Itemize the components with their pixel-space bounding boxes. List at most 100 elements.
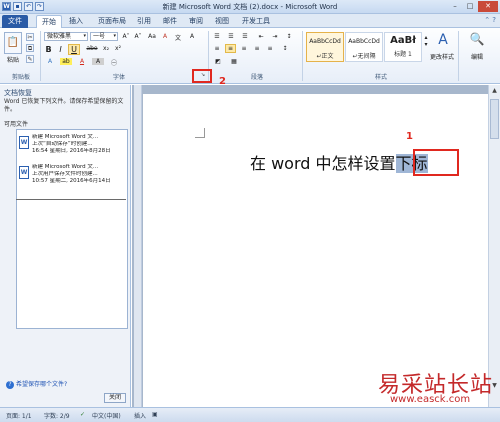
margin-corner-mark (195, 128, 205, 138)
italic-button[interactable]: I (56, 45, 65, 54)
help-icon[interactable]: ⌃ ? (484, 16, 496, 24)
file-name: 新建 Microsoft Word 文... (32, 164, 99, 170)
title-bar: W ▪ ↶ ↷ 新建 Microsoft Word 文档 (2).docx - … (0, 0, 500, 14)
change-styles-icon[interactable]: A (431, 32, 455, 48)
window-controls: – □ ✕ (448, 1, 498, 12)
shading-icon[interactable]: ◩ (212, 58, 224, 65)
line-spacing-icon[interactable]: ↕ (280, 45, 290, 52)
styles-group-label: 样式 (374, 74, 387, 81)
format-painter-icon[interactable]: ✎ (26, 55, 34, 63)
align-center-icon[interactable]: ≡ (225, 44, 236, 53)
tab-page-layout[interactable]: 页面布局 (92, 15, 132, 28)
callout-1: 1 (406, 131, 413, 142)
distributed-icon[interactable]: ≡ (265, 45, 275, 52)
align-left-icon[interactable]: ≡ (212, 45, 222, 52)
char-shading-icon[interactable]: A (92, 58, 104, 65)
word-app-icon[interactable]: W (2, 2, 11, 11)
redo-icon[interactable]: ↷ (35, 2, 44, 11)
bullets-icon[interactable]: ☰ (212, 33, 222, 40)
change-styles-button[interactable]: 更改样式 (428, 52, 456, 61)
vertical-scrollbar[interactable]: ▲ ▼ (488, 85, 500, 407)
tab-file[interactable]: 文件 (2, 15, 28, 28)
style-no-spacing[interactable]: AaBbCcDd ↵无间隔 (345, 32, 383, 62)
underline-button[interactable]: U (68, 44, 80, 55)
vertical-ruler (134, 85, 142, 407)
edit-button[interactable]: 编辑 (462, 52, 492, 61)
tab-insert[interactable]: 插入 (64, 15, 88, 28)
style-sample: AaBł (390, 35, 416, 46)
change-case-button[interactable]: Aa (147, 33, 157, 40)
scroll-thumb[interactable] (490, 99, 499, 139)
word-doc-icon: W (19, 166, 29, 179)
tab-view[interactable]: 视图 (210, 15, 234, 28)
strikethrough-button[interactable]: abe (85, 45, 99, 52)
tab-home[interactable]: 开始 (36, 15, 62, 28)
multilevel-list-icon[interactable]: ☰ (240, 33, 250, 40)
borders-icon[interactable]: ▦ (228, 58, 240, 65)
tab-review[interactable]: 审阅 (184, 15, 208, 28)
style-heading-1[interactable]: AaBł 标题 1 (384, 32, 422, 62)
highlight-color-icon[interactable]: ab (60, 58, 72, 65)
list-item[interactable]: W 新建 Microsoft Word 文... 上次用户保存文件时创建... … (19, 164, 125, 190)
align-right-icon[interactable]: ≡ (239, 45, 249, 52)
recovered-file-list: W 新建 Microsoft Word 文... 上次“自动保存”时创建... … (16, 129, 128, 329)
superscript-button[interactable]: x² (113, 45, 123, 52)
subscript-button[interactable]: x₂ (101, 45, 111, 52)
clipboard-group-label: 剪贴板 (11, 74, 30, 81)
paste-icon[interactable]: 📋 (4, 32, 22, 54)
justify-icon[interactable]: ≡ (252, 45, 262, 52)
minimize-button[interactable]: – (448, 1, 462, 12)
tab-references[interactable]: 引用 (132, 15, 156, 28)
font-size-combo[interactable]: 一号 ▾ (90, 32, 118, 41)
close-window-button[interactable]: ✕ (478, 1, 498, 12)
word-count[interactable]: 字数: 2/9 (44, 411, 70, 420)
scroll-up-icon[interactable]: ▲ (490, 86, 499, 95)
bold-button[interactable]: B (44, 45, 53, 54)
numbering-icon[interactable]: ☰ (226, 33, 236, 40)
style-name: 标题 1 (394, 51, 412, 58)
tab-mailings[interactable]: 邮件 (158, 15, 182, 28)
document-page[interactable]: 在 word 中怎样设置下标 (143, 94, 488, 407)
shrink-font-button[interactable]: A˅ (133, 33, 143, 40)
document-text[interactable]: 在 word 中怎样设置下标 (250, 150, 428, 174)
file-name: 新建 Microsoft Word 文... (32, 134, 99, 140)
help-link[interactable]: ? 希望保存哪个文件? (6, 379, 67, 389)
phonetic-icon[interactable]: 文 (172, 33, 184, 42)
clear-format-button[interactable]: A (160, 33, 170, 40)
available-files-label: 可用文件 (4, 121, 29, 128)
proofing-icon[interactable]: ✓ (80, 411, 85, 418)
find-icon[interactable]: 🔍 (462, 32, 492, 46)
page-count[interactable]: 页面: 1/1 (6, 411, 32, 420)
cut-icon[interactable]: ✂ (26, 33, 34, 41)
save-icon[interactable]: ▪ (13, 2, 22, 11)
divider (458, 31, 459, 81)
close-pane-button[interactable]: 关闭 (104, 393, 126, 403)
pane-title: 文档恢复 (4, 89, 32, 97)
text-effects-icon[interactable]: A (44, 58, 56, 65)
font-name-value: 微软雅黑 (47, 33, 72, 40)
font-color-button[interactable]: A (76, 58, 88, 65)
language[interactable]: 中文(中国) (92, 411, 121, 420)
decrease-indent-icon[interactable]: ⇤ (256, 33, 266, 40)
styles-scroll-icon[interactable]: ▴ ▾ (423, 34, 429, 48)
grow-font-button[interactable]: A˄ (121, 33, 131, 40)
quick-access-toolbar: W ▪ ↶ ↷ (2, 2, 44, 12)
tab-developer[interactable]: 开发工具 (238, 15, 274, 28)
maximize-button[interactable]: □ (463, 1, 477, 12)
undo-icon[interactable]: ↶ (24, 2, 33, 11)
list-item[interactable]: W 新建 Microsoft Word 文... 上次“自动保存”时创建... … (19, 134, 125, 160)
enclose-char-icon[interactable]: ㊀ (108, 58, 120, 67)
document-recovery-pane: 文档恢复 Word 已恢复下列文件。请保存希望保留的文件。 可用文件 W 新建 … (0, 85, 131, 407)
sort-icon[interactable]: ↕ (284, 33, 294, 40)
copy-icon[interactable]: ⧉ (26, 44, 34, 52)
divider (16, 199, 126, 200)
insert-mode[interactable]: 插入 (134, 411, 146, 420)
char-border-icon[interactable]: A (186, 33, 198, 40)
question-icon: ? (6, 381, 14, 389)
font-name-combo[interactable]: 微软雅黑 ▾ (44, 32, 88, 41)
macro-icon[interactable]: ▣ (152, 411, 158, 418)
font-launcher-highlight (192, 69, 212, 83)
paste-button[interactable]: 粘贴 (3, 55, 23, 64)
style-normal[interactable]: AaBbCcDd ↵正文 (306, 32, 344, 62)
increase-indent-icon[interactable]: ⇥ (270, 33, 280, 40)
